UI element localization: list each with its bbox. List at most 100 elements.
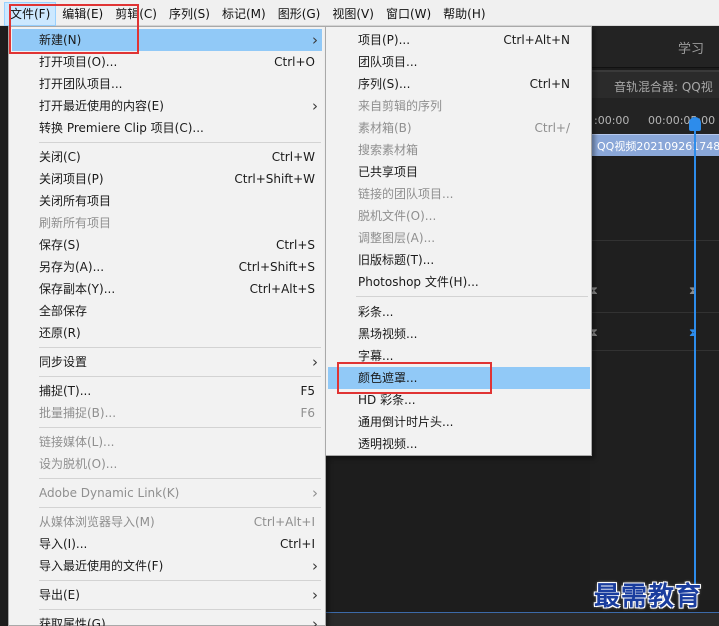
menu-item-label: 通用倒计时片头... — [358, 415, 454, 429]
watermark-logo: 最需教育 — [594, 582, 703, 612]
menu-item-label: 关闭项目(P) — [39, 172, 104, 186]
menu-item-label: 保存(S) — [39, 238, 80, 252]
file-menu-item-item-2[interactable]: 打开团队项目... — [12, 73, 322, 95]
file-menu-item-item-32[interactable]: 获取属性(G) › — [12, 613, 322, 626]
menu-item-label: 获取属性(G) — [39, 617, 106, 626]
menu-item-shortcut: Ctrl+Alt+N — [503, 33, 570, 47]
new-submenu-item-item-0[interactable]: 项目(P)... Ctrl+Alt+N — [328, 29, 590, 51]
file-menu-item-item-14[interactable]: 还原(R) — [12, 322, 322, 344]
file-menu-item-item-27[interactable]: 导入(I)... Ctrl+I — [12, 533, 322, 555]
new-submenu-item-item-13[interactable]: 彩条... — [328, 301, 590, 323]
menu-sequence[interactable]: 序列(S) — [164, 3, 215, 25]
menu-item-label: 链接媒体(L)... — [39, 435, 115, 449]
file-menu-item-item-30[interactable]: 导出(E) › — [12, 584, 322, 606]
menu-item-label: 转换 Premiere Clip 项目(C)... — [39, 121, 204, 135]
timeline-clip[interactable]: QQ视频202109261748 — [592, 134, 719, 156]
menu-item-label: 导入(I)... — [39, 537, 88, 551]
timecode-label: :00:00 — [594, 114, 630, 127]
file-menu-item-item-6[interactable]: 关闭(C) Ctrl+W — [12, 146, 322, 168]
annotation-box-color-matte — [337, 362, 492, 394]
menu-item-shortcut: Ctrl+W — [271, 150, 315, 164]
file-menu-item-item-13[interactable]: 全部保存 — [12, 300, 322, 322]
new-submenu-item-item-7: 链接的团队项目... — [328, 183, 590, 205]
menu-separator — [356, 296, 588, 297]
new-submenu-item-item-2[interactable]: 序列(S)... Ctrl+N — [328, 73, 590, 95]
new-submenu-item-item-18[interactable]: 通用倒计时片头... — [328, 411, 590, 433]
workspace-bar: 学习 — [590, 26, 719, 68]
new-submenu-item-item-8: 脱机文件(O)... — [328, 205, 590, 227]
file-menu-item-item-8[interactable]: 关闭所有项目 — [12, 190, 322, 212]
menu-separator — [39, 609, 321, 610]
playhead-line — [694, 130, 696, 600]
file-menu-item-item-18[interactable]: 捕捉(T)... F5 — [12, 380, 322, 402]
file-menu-item-item-3[interactable]: 打开最近使用的内容(E) › — [12, 95, 322, 117]
timeline-tracks[interactable] — [590, 157, 719, 600]
file-menu-dropdown: 新建(N) › 打开项目(O)... Ctrl+O 打开团队项目... 打开最近使用的内容… — [8, 26, 326, 626]
menu-window[interactable]: 窗口(W) — [381, 3, 436, 25]
menu-item-label: 从媒体浏览器导入(M) — [39, 515, 155, 529]
menu-view[interactable]: 视图(V) — [327, 3, 379, 25]
new-submenu-item-item-1[interactable]: 团队项目... — [328, 51, 590, 73]
file-menu-item-adobe-dynamic-link: Adobe Dynamic Link(K) › — [12, 482, 322, 504]
menu-item-label: Adobe Dynamic Link(K) — [39, 486, 180, 500]
menu-item-label: Photoshop 文件(H)... — [358, 275, 479, 289]
menu-separator — [39, 376, 321, 377]
file-menu-item-item-22: 设为脱机(O)... — [12, 453, 322, 475]
menu-separator — [39, 507, 321, 508]
menu-markers[interactable]: 标记(M) — [217, 3, 271, 25]
menu-item-shortcut: Ctrl+Shift+S — [238, 260, 315, 274]
file-menu-item-item-26: 从媒体浏览器导入(M) Ctrl+Alt+I — [12, 511, 322, 533]
playhead-handle[interactable] — [689, 117, 701, 131]
menu-item-label: 序列(S)... — [358, 77, 411, 91]
file-menu-item-item-7[interactable]: 关闭项目(P) Ctrl+Shift+W — [12, 168, 322, 190]
file-menu-item-item-28[interactable]: 导入最近使用的文件(F) › — [12, 555, 322, 577]
menu-item-label: 项目(P)... — [358, 33, 411, 47]
new-submenu-item-item-14[interactable]: 黑场视频... — [328, 323, 590, 345]
menu-item-shortcut: F6 — [300, 406, 315, 420]
chevron-right-icon: › — [312, 97, 318, 115]
menu-item-label: 关闭所有项目 — [39, 194, 112, 208]
menu-item-label: 同步设置 — [39, 355, 88, 369]
new-submenu-item-item-19[interactable]: 透明视频... — [328, 433, 590, 455]
audio-mixer-tab[interactable]: 音轨混合器: QQ视 — [614, 78, 713, 95]
menu-item-shortcut: Ctrl+N — [529, 77, 570, 91]
menu-help[interactable]: 帮助(H) — [438, 3, 490, 25]
chevron-right-icon: › — [312, 615, 318, 626]
menu-separator — [39, 580, 321, 581]
file-menu-item-item-10[interactable]: 保存(S) Ctrl+S — [12, 234, 322, 256]
menu-item-label: 保存副本(Y)... — [39, 282, 116, 296]
menu-item-label: 调整图层(A)... — [358, 231, 436, 245]
menu-item-label: 来自剪辑的序列 — [358, 99, 443, 113]
menu-item-label: 团队项目... — [358, 55, 418, 69]
chevron-right-icon: › — [312, 353, 318, 371]
file-menu-item-item-12[interactable]: 保存副本(Y)... Ctrl+Alt+S — [12, 278, 322, 300]
audio-mixer-panel-header: 音轨混合器: QQ视 — [590, 70, 719, 98]
track-divider — [590, 312, 719, 313]
file-menu-item-item-21: 链接媒体(L)... — [12, 431, 322, 453]
menu-item-shortcut: Ctrl+I — [280, 537, 315, 551]
menu-item-label: 批量捕捉(B)... — [39, 406, 117, 420]
menu-item-label: 还原(R) — [39, 326, 81, 340]
new-submenu-item-item-6[interactable]: 已共享项目 — [328, 161, 590, 183]
workspace-learn-tab[interactable]: 学习 — [678, 38, 704, 57]
menu-item-shortcut: Ctrl+/ — [534, 121, 570, 135]
menu-item-label: 导入最近使用的文件(F) — [39, 559, 164, 573]
file-menu-item-premiere-clip[interactable]: 转换 Premiere Clip 项目(C)... — [12, 117, 322, 139]
menu-separator — [39, 347, 321, 348]
menu-item-label: 链接的团队项目... — [358, 187, 454, 201]
new-submenu-item-item-10[interactable]: 旧版标题(T)... — [328, 249, 590, 271]
clip-label: QQ视频202109261748 — [597, 140, 719, 153]
menu-item-label: 彩条... — [358, 305, 394, 319]
timecode-label: 00:00:05:00 — [648, 114, 716, 127]
menu-item-shortcut: Ctrl+Alt+S — [249, 282, 315, 296]
new-submenu-item-item-4: 素材箱(B) Ctrl+/ — [328, 117, 590, 139]
menu-item-shortcut: Ctrl+O — [274, 55, 315, 69]
file-menu-item-item-1[interactable]: 打开项目(O)... Ctrl+O — [12, 51, 322, 73]
menu-item-label: 另存为(A)... — [39, 260, 105, 274]
new-submenu-item-photoshop[interactable]: Photoshop 文件(H)... — [328, 271, 590, 293]
menu-graphics[interactable]: 图形(G) — [273, 3, 326, 25]
chevron-right-icon: › — [312, 484, 318, 502]
file-menu-item-item-11[interactable]: 另存为(A)... Ctrl+Shift+S — [12, 256, 322, 278]
chevron-right-icon: › — [312, 557, 318, 575]
file-menu-item-item-16[interactable]: 同步设置 › — [12, 351, 322, 373]
